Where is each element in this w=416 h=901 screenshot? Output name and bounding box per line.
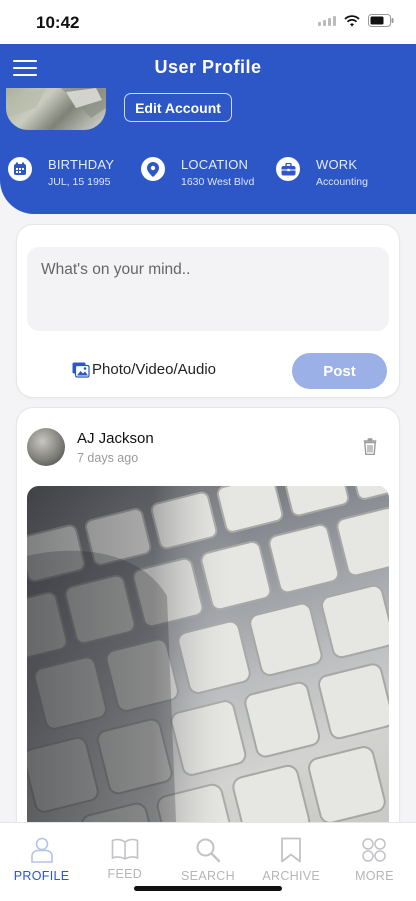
media-upload-link[interactable]: Photo/Video/Audio <box>72 361 216 378</box>
tab-feed-label: FEED <box>107 867 143 881</box>
post-button[interactable]: Post <box>292 353 387 389</box>
birthday-value: JUL, 15 1995 <box>48 176 111 188</box>
status-icons <box>318 14 394 27</box>
location-value: 1630 West Blvd <box>181 176 255 188</box>
tab-more-label: MORE <box>355 869 394 883</box>
author-name[interactable]: AJ Jackson <box>77 430 154 447</box>
birthday-info: BIRTHDAY JUL, 15 1995 <box>8 157 114 188</box>
edit-account-button[interactable]: Edit Account <box>124 93 232 122</box>
work-label: WORK <box>316 157 358 172</box>
status-bar: 10:42 <box>0 0 416 44</box>
photo-icon <box>72 362 90 378</box>
profile-avatar[interactable] <box>6 88 106 130</box>
post-timestamp: 7 days ago <box>77 451 139 465</box>
tab-more[interactable]: MORE <box>333 823 416 901</box>
bookmark-icon <box>281 837 302 863</box>
tab-profile-label: PROFILE <box>13 869 70 883</box>
tab-profile[interactable]: PROFILE <box>0 823 83 901</box>
location-pin-icon <box>141 157 165 181</box>
signal-icon <box>318 15 336 26</box>
location-info: LOCATION 1630 West Blvd <box>141 157 254 188</box>
battery-icon <box>368 14 394 27</box>
author-avatar[interactable] <box>27 428 65 466</box>
trash-icon[interactable] <box>363 438 377 460</box>
briefcase-icon <box>276 157 300 181</box>
post-image[interactable] <box>27 486 389 838</box>
tab-search-label: SEARCH <box>181 869 235 883</box>
profile-header: User Profile Edit Account BIRTHDAY JUL, … <box>0 44 416 214</box>
tab-archive-label: ARCHIVE <box>262 869 321 883</box>
work-value: Accounting <box>316 176 368 188</box>
page-title: User Profile <box>154 57 262 77</box>
calendar-icon <box>8 157 32 181</box>
feed-post: AJ Jackson 7 days ago <box>17 408 399 838</box>
status-input[interactable] <box>27 247 389 331</box>
book-icon <box>111 838 139 860</box>
birthday-label: BIRTHDAY <box>48 157 115 172</box>
grid-circles-icon <box>362 838 387 862</box>
media-upload-label: Photo/Video/Audio <box>92 361 216 378</box>
search-icon <box>196 838 221 863</box>
wifi-icon <box>344 14 360 26</box>
status-time: 10:42 <box>36 13 80 32</box>
work-info: WORK Accounting <box>276 157 368 188</box>
person-icon <box>30 837 53 863</box>
location-label: LOCATION <box>181 157 249 172</box>
post-composer-card: Photo/Video/Audio Post <box>17 225 399 397</box>
home-indicator[interactable] <box>134 886 282 891</box>
